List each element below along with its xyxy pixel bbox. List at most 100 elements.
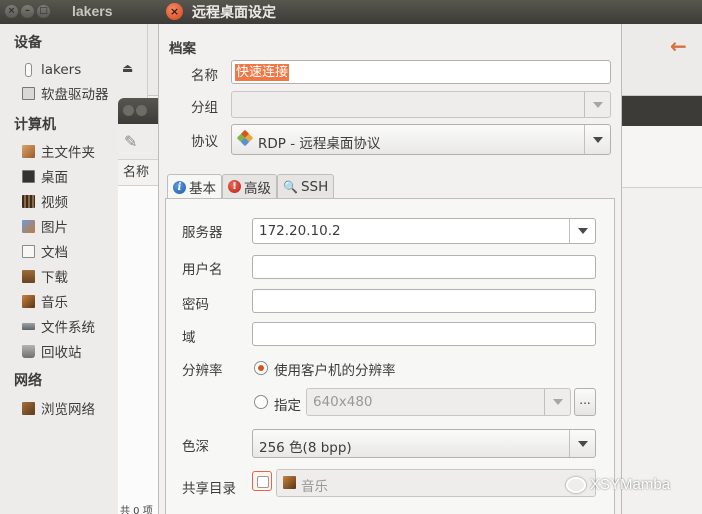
sidebar-item-desktop[interactable]: 桌面: [22, 166, 68, 186]
minimize-icon[interactable]: –: [21, 5, 34, 18]
username-input[interactable]: [252, 255, 596, 279]
sidebar-item-label: 音乐: [41, 295, 68, 311]
resolution-label: 分辨率: [182, 363, 223, 379]
tab-label: 高级: [244, 180, 271, 197]
background-window-header: [620, 96, 702, 126]
sidebar-header-network: 网络: [14, 373, 42, 389]
tab-advanced[interactable]: ! 高级: [222, 174, 277, 198]
edit-path-icon[interactable]: ✎: [124, 132, 137, 151]
sidebar-item-filesystem[interactable]: 文件系统: [22, 316, 95, 336]
downloads-folder-icon: [22, 269, 35, 283]
resolution-combobox[interactable]: 640x480: [306, 388, 571, 416]
server-label: 服务器: [182, 225, 223, 241]
server-combobox[interactable]: 172.20.10.2: [252, 218, 596, 244]
sidebar-item-pictures[interactable]: 图片: [22, 216, 68, 236]
sidebar-item-videos[interactable]: 视频: [22, 191, 68, 211]
eject-icon[interactable]: ⏏: [122, 61, 133, 75]
username-label: 用户名: [182, 262, 223, 278]
chevron-down-icon[interactable]: [569, 430, 595, 457]
sidebar-header-devices: 设备: [14, 35, 42, 51]
sidebar-item-downloads[interactable]: 下载: [22, 266, 68, 286]
chevron-down-icon[interactable]: [544, 389, 570, 415]
color-depth-combobox[interactable]: 256 色(8 bpp): [252, 429, 596, 458]
color-depth-combobox-value: 256 色(8 bpp): [259, 440, 352, 456]
tab-ssh[interactable]: 🔍 SSH: [277, 174, 335, 198]
second-window-body: ✎ 名称 共 0 项: [118, 124, 160, 514]
floppy-drive-icon: [22, 86, 35, 100]
music-folder-icon: [22, 294, 35, 308]
protocol-label: 协议: [191, 134, 218, 150]
sidebar-item-floppy[interactable]: 软盘驱动器: [22, 83, 109, 103]
resolution-custom-option[interactable]: 指定: [274, 394, 301, 414]
video-folder-icon: [22, 194, 35, 208]
name-input[interactable]: 快速连接: [231, 60, 611, 84]
watermark-text: XSYMamba: [590, 476, 671, 493]
sidebar-item-lakers[interactable]: lakers: [22, 60, 81, 80]
trash-icon: [22, 344, 35, 358]
server-input-value: 172.20.10.2: [259, 223, 341, 239]
sidebar-item-trash[interactable]: 回收站: [22, 341, 82, 361]
close-icon[interactable]: [123, 105, 134, 116]
sidebar-item-label: 浏览网络: [41, 402, 95, 418]
domain-label: 域: [182, 330, 196, 346]
sidebar-item-label: lakers: [41, 62, 82, 78]
usb-drive-icon: [25, 63, 32, 77]
tab-label: 基本: [189, 181, 216, 197]
close-icon[interactable]: ×: [166, 3, 183, 20]
sidebar-item-label: 下载: [41, 270, 68, 286]
password-input[interactable]: [252, 289, 596, 313]
status-bar-text: 共 0 项: [120, 506, 153, 514]
sidebar-item-home[interactable]: 主文件夹: [22, 141, 95, 161]
settings-tabs: i 基本 ! 高级 🔍 SSH: [167, 174, 335, 199]
sidebar-item-label: 视频: [41, 195, 68, 211]
sidebar-item-label: 图片: [41, 220, 68, 236]
name-input-selected-text: 快速连接: [235, 64, 290, 81]
maximize-icon[interactable]: □: [37, 5, 50, 18]
minimize-icon[interactable]: [136, 105, 147, 116]
chevron-down-icon[interactable]: [584, 92, 610, 117]
resolution-custom-radio[interactable]: [254, 395, 268, 409]
sidebar-header-computer: 计算机: [14, 117, 56, 133]
dialog-title: 远程桌面设定: [192, 5, 276, 21]
chevron-down-icon[interactable]: [584, 125, 610, 154]
basic-tab-panel: 服务器 172.20.10.2 用户名 密码 域 分辨率 使用客户机的分辨率 指…: [165, 198, 615, 514]
watermark: XSYMamba: [566, 476, 670, 493]
ssh-icon: 🔍: [283, 179, 298, 194]
home-folder-icon: [22, 144, 35, 158]
shared-folder-chooser[interactable]: 音乐: [276, 469, 596, 497]
password-label: 密码: [182, 297, 209, 313]
sidebar-item-music[interactable]: 音乐: [22, 291, 68, 311]
chevron-down-icon[interactable]: [569, 219, 595, 243]
color-depth-label: 色深: [182, 439, 209, 455]
second-window-buttons: [123, 105, 147, 116]
group-combobox[interactable]: [231, 91, 611, 118]
sidebar-item-label: 回收站: [41, 345, 82, 361]
domain-input[interactable]: [252, 322, 596, 346]
background-window-toolbar: [620, 126, 702, 188]
documents-folder-icon: [22, 244, 35, 258]
close-icon[interactable]: ×: [5, 5, 18, 18]
name-label: 名称: [191, 68, 218, 84]
sidebar-item-browse-network[interactable]: 浏览网络: [22, 398, 95, 418]
resolution-client-option[interactable]: 使用客户机的分辨率: [274, 359, 396, 379]
tab-basic[interactable]: i 基本: [167, 174, 222, 199]
column-header-name[interactable]: 名称: [118, 160, 160, 186]
shared-folder-label: 共享目录: [182, 481, 236, 497]
file-manager-title: lakers: [72, 3, 113, 19]
desktop-icon: [22, 169, 35, 183]
resolution-client-radio[interactable]: [254, 361, 268, 375]
music-folder-icon: [283, 476, 296, 489]
tab-label: SSH: [300, 178, 329, 195]
sidebar-item-documents[interactable]: 文档: [22, 241, 68, 261]
second-window-titlebar: [118, 98, 160, 124]
profile-section-title: 档案: [169, 41, 196, 57]
protocol-combobox[interactable]: RDP - 远程桌面协议: [231, 124, 611, 155]
shared-folder-checkbox[interactable]: [252, 471, 272, 491]
back-arrow-icon[interactable]: ←: [670, 34, 687, 58]
resolution-combobox-value: 640x480: [313, 394, 373, 410]
pictures-folder-icon: [22, 219, 35, 233]
protocol-combobox-value: RDP - 远程桌面协议: [258, 136, 381, 152]
resolution-more-button[interactable]: ...: [574, 388, 596, 416]
network-icon: [22, 401, 35, 415]
advanced-icon: !: [228, 180, 241, 193]
